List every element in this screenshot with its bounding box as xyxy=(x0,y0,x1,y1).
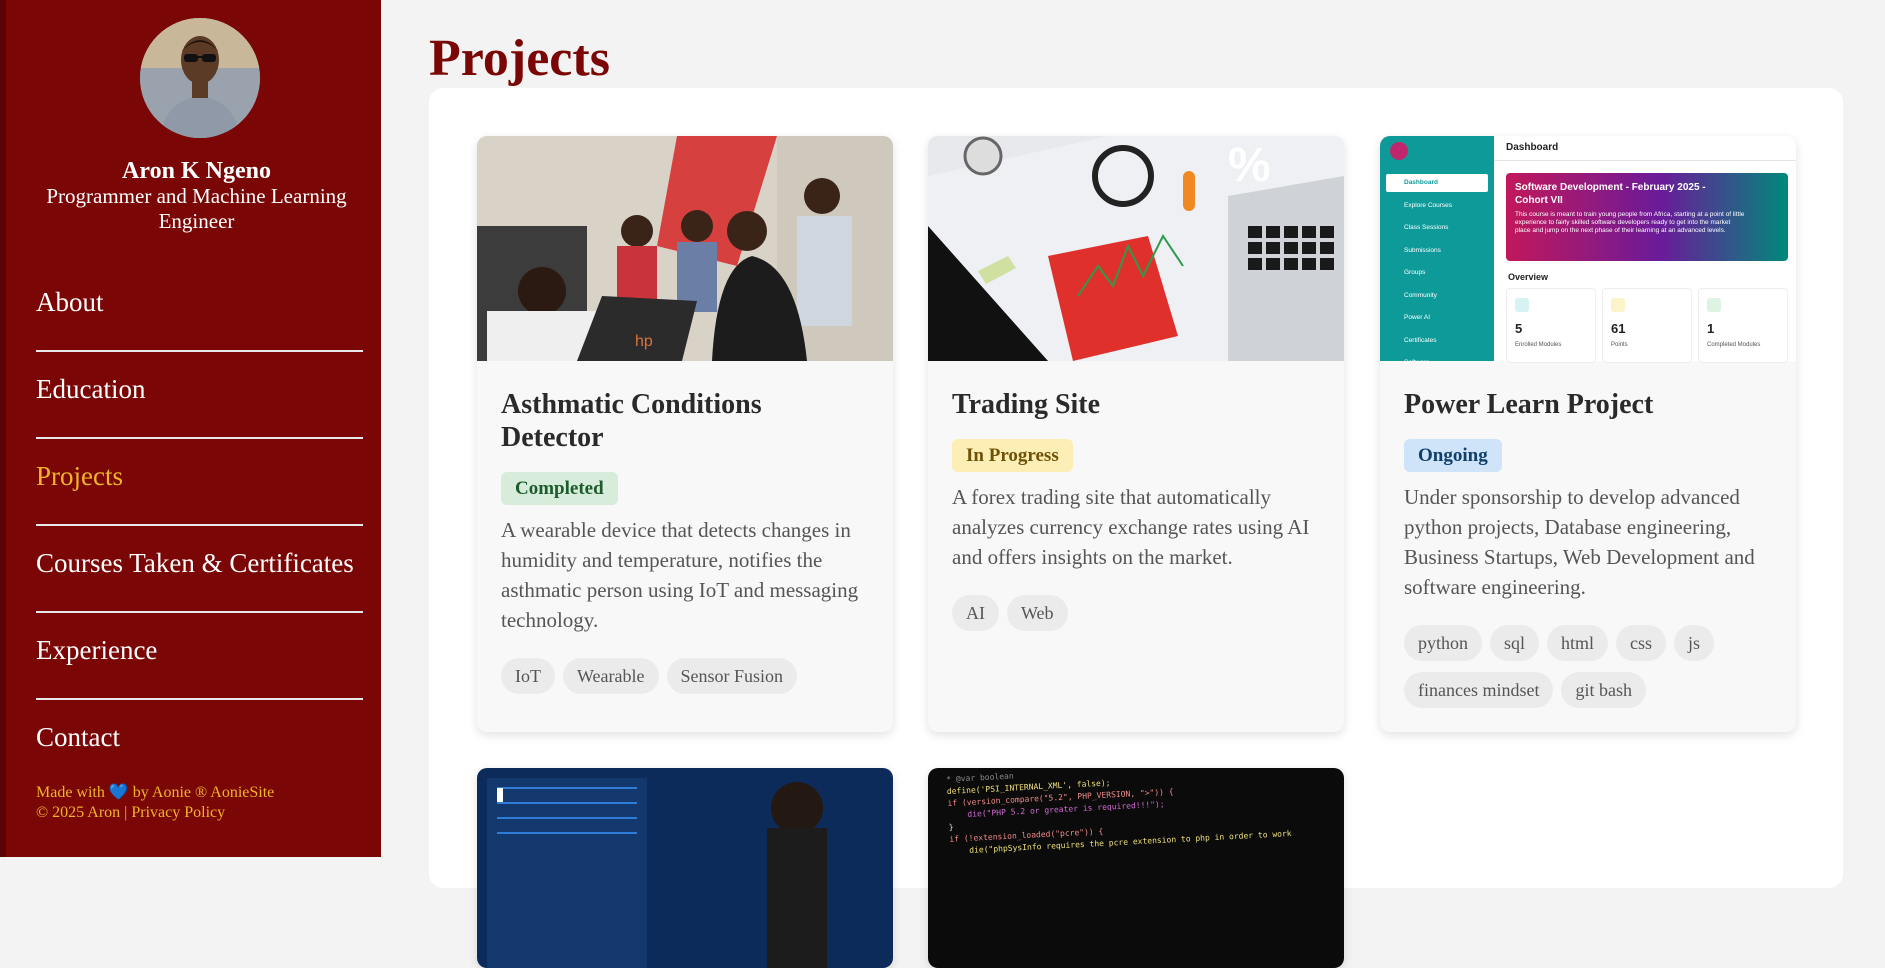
profile-name: Aron K Ngeno xyxy=(122,158,271,184)
project-title: Trading Site xyxy=(952,389,1101,420)
tag: AI xyxy=(952,595,999,631)
stat-label: Enrolled Modules xyxy=(1515,342,1562,348)
stat-label: Points xyxy=(1611,342,1628,348)
sidebar: Aron K Ngeno Programmer and Machine Lear… xyxy=(0,0,381,857)
tag: sql xyxy=(1490,625,1540,661)
project-card[interactable]: Dashboard Explore Courses Class Sessions Su… xyxy=(1380,136,1796,732)
preview-sidebar: Dashboard Explore Courses Class Sessions Su… xyxy=(1380,136,1494,366)
tag: IoT xyxy=(501,658,555,694)
preview-menu-item: Community xyxy=(1404,291,1437,299)
project-card[interactable]: hp Asthmatic Conditions Detector Complet… xyxy=(477,136,893,732)
preview-logo-icon xyxy=(1390,142,1408,160)
stat-value: 61 xyxy=(1611,321,1626,336)
sidebar-nav: About Education Projects Courses Taken &… xyxy=(36,265,363,787)
project-image: hp xyxy=(477,136,893,361)
preview-menu-item: Power AI xyxy=(1404,314,1431,321)
project-description: A forex trading site that automatically … xyxy=(952,485,1310,569)
preview-menu-item: Groups xyxy=(1404,269,1426,276)
project-card[interactable]: % Trading Site In Progress A forex tradi… xyxy=(928,136,1344,732)
preview-stat-card: 5 Enrolled Modules xyxy=(1506,288,1596,363)
copyright[interactable]: © 2025 Aron | Privacy Policy xyxy=(36,803,274,823)
profile-role: Programmer and Machine Learning Engineer xyxy=(46,184,347,233)
project-tags: IoT Wearable Sensor Fusion xyxy=(501,658,881,705)
stat-icon xyxy=(1611,298,1625,312)
preview-menu: Dashboard Explore Courses Class Sessions Su… xyxy=(1386,174,1488,377)
nav-item-experience[interactable]: Experience xyxy=(36,613,363,700)
stat-value: 5 xyxy=(1515,321,1523,336)
made-with-line: Made with 💙 by Aonie ® AonieSite xyxy=(36,783,274,803)
project-image: * @var boolean define('PSI_INTERNAL_XML',… xyxy=(928,768,1344,968)
preview-stat-card: 61 Points xyxy=(1602,288,1692,363)
preview-stat-card: 1 Completed Modules xyxy=(1698,288,1788,363)
tag: js xyxy=(1674,625,1715,661)
made-with-text: Made with xyxy=(36,784,105,801)
preview-menu-item: Dashboard xyxy=(1386,174,1488,192)
nav-item-contact[interactable]: Contact xyxy=(36,700,363,787)
preview-menu-item: Certificates xyxy=(1404,336,1437,344)
project-tags: AI Web xyxy=(952,595,1332,642)
stat-icon xyxy=(1707,298,1721,312)
preview-banner-title: Software Development - February 2025 - C… xyxy=(1515,182,1706,206)
tag: Sensor Fusion xyxy=(666,658,798,694)
project-title: Power Learn Project xyxy=(1404,389,1654,420)
tag: html xyxy=(1547,625,1609,661)
tag: css xyxy=(1616,625,1667,661)
nav-item-education[interactable]: Education xyxy=(36,352,363,439)
tag: git bash xyxy=(1561,672,1646,708)
svg-text:hp: hp xyxy=(635,333,653,350)
preview-banner: Software Development - February 2025 - C… xyxy=(1506,173,1788,261)
projects-panel: hp Asthmatic Conditions Detector Complet… xyxy=(429,88,1843,968)
preview-menu-item: Explore Courses xyxy=(1404,201,1453,209)
status-badge: Ongoing xyxy=(1404,439,1502,472)
project-card[interactable]: * @var boolean define('PSI_INTERNAL_XML',… xyxy=(928,768,1344,968)
preview-header: Dashboard xyxy=(1494,136,1796,161)
nav-item-about[interactable]: About xyxy=(36,265,363,352)
tag: Wearable xyxy=(563,658,659,694)
preview-menu-item: Submissions xyxy=(1404,246,1441,254)
project-title: Asthmatic Conditions Detector xyxy=(501,389,762,453)
preview-menu-item: Class Sessions xyxy=(1404,224,1449,231)
stat-label: Completed Modules xyxy=(1707,342,1761,348)
preview-banner-text: This course is meant to train young peop… xyxy=(1515,211,1745,234)
stat-icon xyxy=(1515,298,1529,312)
nav-item-courses[interactable]: Courses Taken & Certificates xyxy=(36,526,363,613)
project-tags: python sql html css js finances mindset git ba… xyxy=(1404,625,1784,719)
page-title: Projects xyxy=(429,30,610,87)
project-description: Under sponsorship to develop advanced py… xyxy=(1404,485,1755,599)
code-preview: * @var boolean define('PSI_INTERNAL_XML',… xyxy=(946,768,1340,858)
tag: Web xyxy=(1007,595,1068,631)
tag: finances mindset xyxy=(1404,672,1554,708)
project-description: A wearable device that detects changes i… xyxy=(501,518,859,632)
project-image: % xyxy=(928,136,1344,361)
preview-stats: 5 Enrolled Modules 61 Points 1 Completed Modu… xyxy=(1506,288,1792,363)
stat-value: 1 xyxy=(1707,321,1715,336)
project-image xyxy=(477,768,893,968)
project-card[interactable] xyxy=(477,768,893,968)
sidebar-footer: Made with 💙 by Aonie ® AonieSite © 2025 … xyxy=(36,783,274,823)
status-badge: Completed xyxy=(501,472,618,505)
tag: python xyxy=(1404,625,1483,661)
svg-text:%: % xyxy=(1228,139,1271,192)
nav-item-projects[interactable]: Projects xyxy=(36,439,363,526)
heart-icon: 💙 xyxy=(108,784,129,801)
avatar xyxy=(140,18,260,138)
preview-header-title: Dashboard xyxy=(1506,142,1559,153)
preview-overview: Overview xyxy=(1508,272,1549,282)
project-image: Dashboard Explore Courses Class Sessions Su… xyxy=(1380,136,1796,366)
preview-menu-item: Software xyxy=(1404,359,1430,366)
made-by-link[interactable]: by Aonie ® AonieSite xyxy=(133,784,274,801)
status-badge: In Progress xyxy=(952,439,1073,472)
